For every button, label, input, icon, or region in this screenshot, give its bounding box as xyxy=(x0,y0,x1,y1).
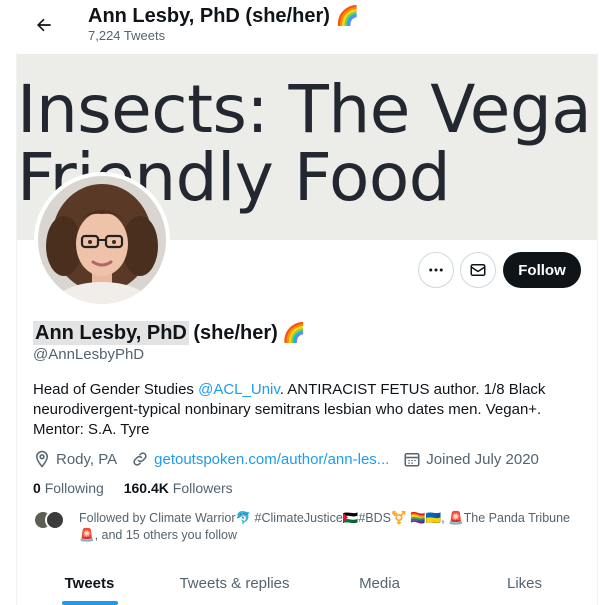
followers-count: 160.4K xyxy=(123,480,169,496)
bio-line-3: Mentor: S.A. Tyre xyxy=(33,421,150,438)
profile-pronouns: (she/her) xyxy=(193,322,278,344)
tab-likes[interactable]: Likes xyxy=(452,568,597,605)
followed-by-avatars xyxy=(33,510,69,530)
header-display-name: Ann Lesby, PhD (she/her) 🌈 xyxy=(88,4,359,28)
top-bar: Ann Lesby, PhD (she/her) 🌈 7,224 Tweets xyxy=(0,0,600,52)
following-stat[interactable]: 0 Following xyxy=(33,480,104,496)
banner-line-1: Insects: The Vegan xyxy=(17,71,597,148)
tab-tweets-replies[interactable]: Tweets & replies xyxy=(162,568,307,605)
followed-by-line-1: Followed by Climate Warrior🐬 #ClimateJus… xyxy=(79,511,570,525)
bio-text: Head of Gender Studies xyxy=(33,381,199,398)
follow-stats: 0 Following 160.4K Followers xyxy=(33,480,249,496)
location-pin-icon xyxy=(35,450,49,468)
message-button[interactable] xyxy=(460,252,496,288)
tab-tweets[interactable]: Tweets xyxy=(17,568,162,605)
back-button[interactable] xyxy=(28,9,60,41)
bio-text: . ANTIRACIST FETUS author. 1/8 Black xyxy=(279,381,546,398)
avatar[interactable] xyxy=(34,172,170,308)
calendar-icon xyxy=(404,453,420,467)
followed-by-line-2: 🚨, and 15 others you follow xyxy=(79,528,238,542)
more-button[interactable] xyxy=(418,252,454,288)
followers-stat[interactable]: 160.4K Followers xyxy=(124,480,233,496)
profile-handle: @AnnLesbyPhD xyxy=(33,346,145,363)
website-link[interactable]: getoutspoken.com/author/ann-les... xyxy=(154,451,389,468)
bio-mention-link[interactable]: @ACL_Univ xyxy=(198,381,280,398)
followers-label: Followers xyxy=(172,480,233,496)
rainbow-emoji: 🌈 xyxy=(282,322,306,344)
location: Rody, PA xyxy=(33,450,117,468)
more-icon xyxy=(429,268,443,272)
join-date: Joined July 2020 xyxy=(403,450,539,468)
avatar-portrait xyxy=(38,176,166,304)
mail-icon xyxy=(470,264,486,276)
rainbow-emoji: 🌈 xyxy=(335,5,360,27)
following-label: Following xyxy=(44,480,104,496)
follow-button[interactable]: Follow xyxy=(503,252,581,288)
avatar xyxy=(45,510,65,530)
back-arrow-icon xyxy=(37,18,51,32)
tweet-count: 7,224 Tweets xyxy=(88,28,166,43)
header-name-text: Ann Lesby, PhD (she/her) xyxy=(88,5,330,27)
tab-media[interactable]: Media xyxy=(307,568,452,605)
profile-bio: Head of Gender Studies @ACL_Univ. ANTIRA… xyxy=(33,380,573,440)
location-text: Rody, PA xyxy=(56,450,118,468)
profile-name: Ann Lesby, PhD (she/her) 🌈 xyxy=(33,321,306,345)
bio-line-1: Head of Gender Studies @ACL_Univ. ANTIRA… xyxy=(33,380,573,400)
bio-line-2: neurodivergent-typical nonbinary semitra… xyxy=(33,401,542,418)
join-date-text: Joined July 2020 xyxy=(426,450,539,468)
website[interactable]: getoutspoken.com/author/ann-les... xyxy=(131,450,389,468)
followed-by[interactable]: Followed by Climate Warrior🐬 #ClimateJus… xyxy=(33,510,593,544)
following-count: 0 xyxy=(33,480,41,496)
profile-meta: Rody, PA getoutspoken.com/author/ann-les… xyxy=(33,450,553,468)
profile-name-text: Ann Lesby, PhD xyxy=(33,321,189,345)
profile-tabs: Tweets Tweets & replies Media Likes xyxy=(17,568,597,605)
link-icon xyxy=(133,452,147,466)
